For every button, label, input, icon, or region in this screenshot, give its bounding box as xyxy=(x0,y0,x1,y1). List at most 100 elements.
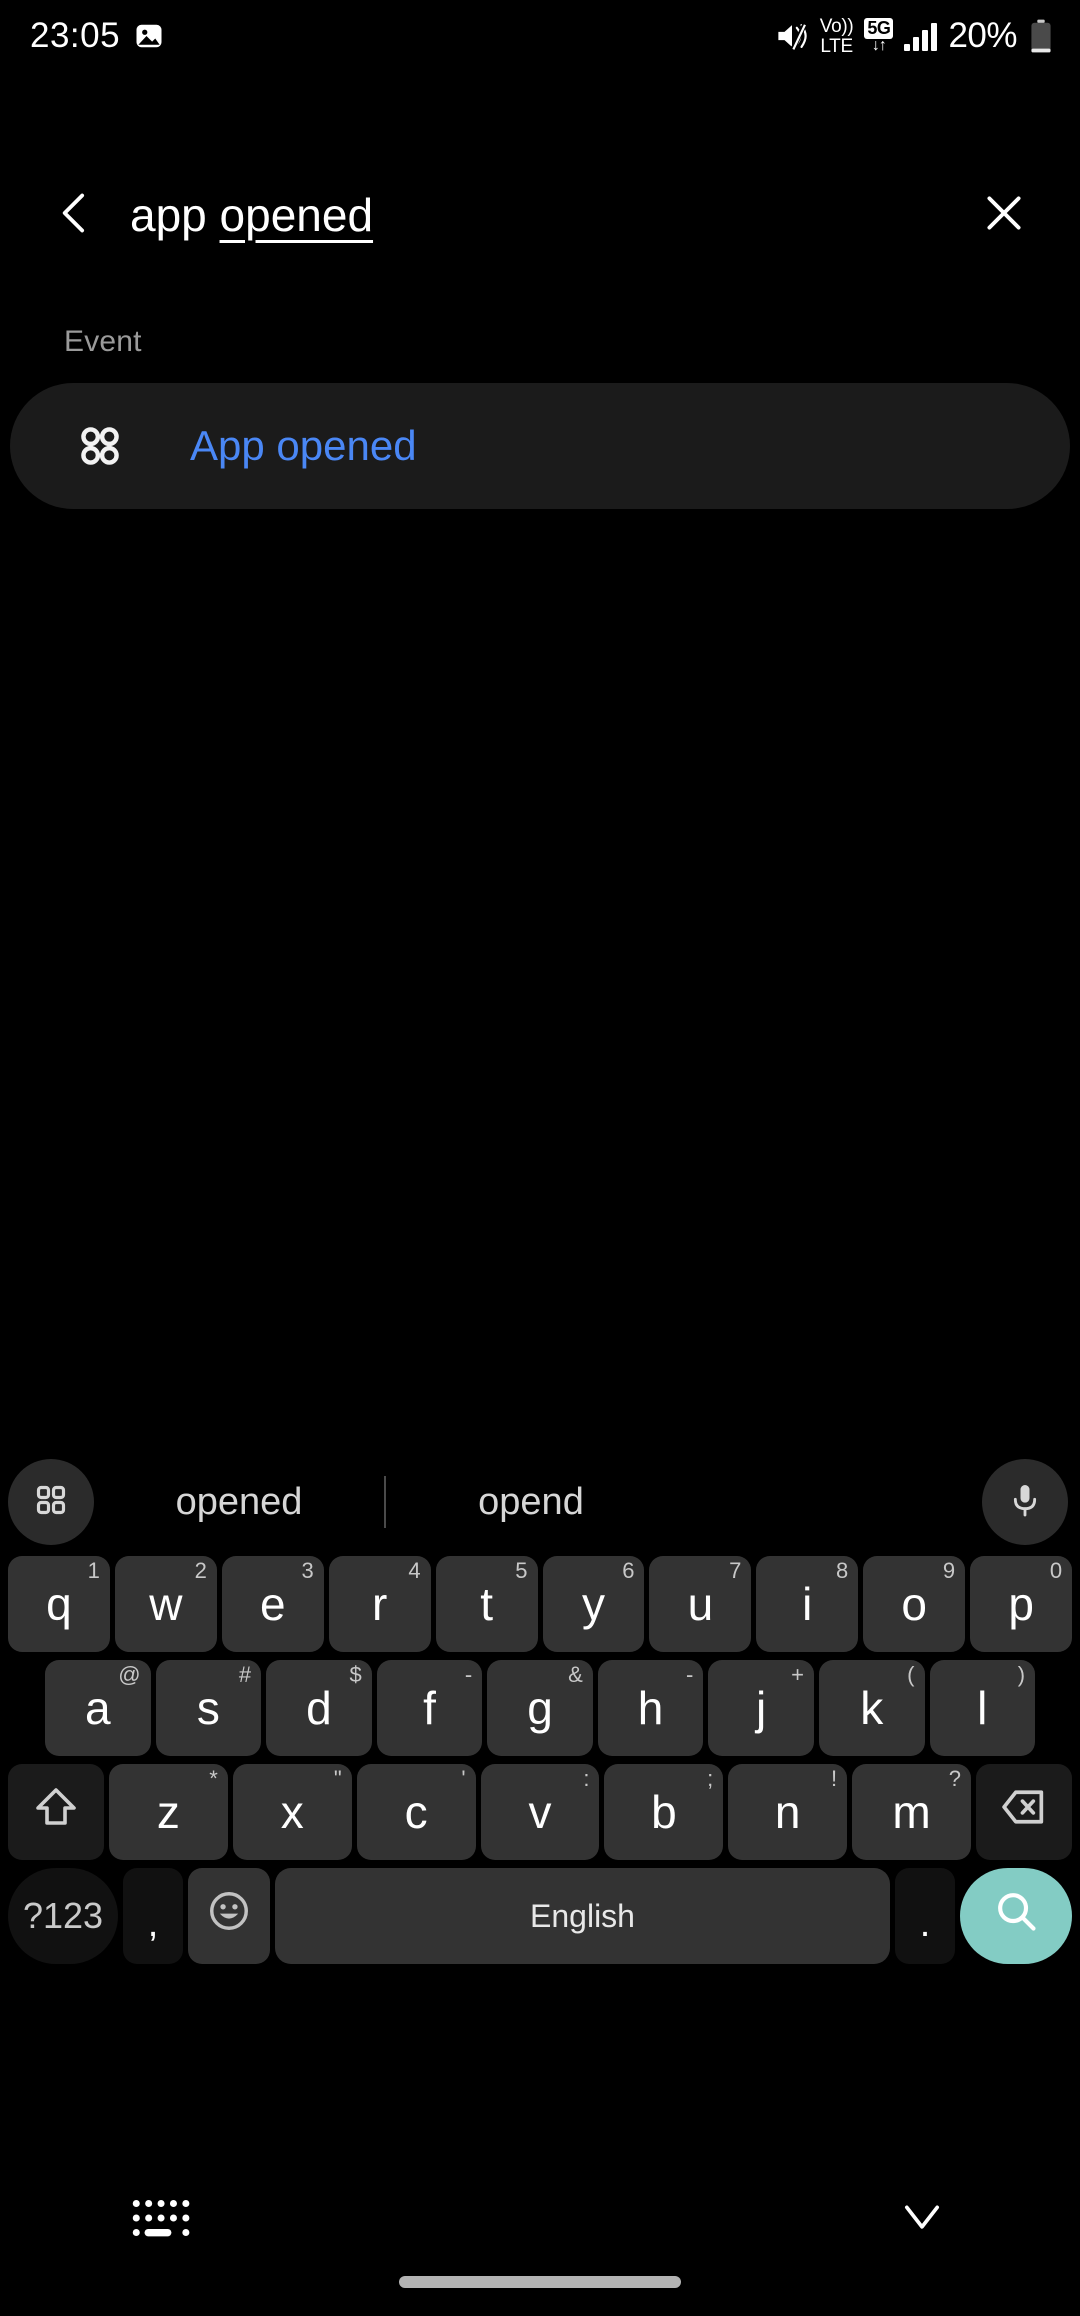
suggestion-word-2[interactable]: opend xyxy=(386,1481,676,1524)
chevron-left-icon xyxy=(46,185,102,246)
apps-grid-icon xyxy=(72,418,128,474)
key-alt-label: 2 xyxy=(194,1558,207,1583)
key-a[interactable]: @ a xyxy=(45,1660,151,1756)
key-label: t xyxy=(480,1578,493,1630)
suggestion-strip: opened opend xyxy=(0,1448,1080,1556)
key-alt-label: + xyxy=(791,1662,804,1687)
key-g[interactable]: & g xyxy=(487,1660,593,1756)
search-query-committed: app xyxy=(130,189,220,241)
key-label: b xyxy=(651,1786,677,1838)
5g-icon: 5G ↓↑ xyxy=(864,18,894,54)
status-bar-right: Vo)) LTE 5G ↓↑ 20% xyxy=(775,16,1054,56)
close-icon xyxy=(977,186,1031,245)
key-alt-label: $ xyxy=(349,1662,362,1687)
key-label: d xyxy=(306,1682,332,1734)
key-label: u xyxy=(687,1578,714,1630)
search-query-composing: opened xyxy=(219,189,374,241)
search-enter-key[interactable] xyxy=(960,1868,1072,1964)
key-x[interactable]: " x xyxy=(232,1764,352,1860)
shift-key[interactable] xyxy=(8,1764,104,1860)
keyboard-row-3: * z " x ' c :v ; b ! n ? m xyxy=(0,1764,1080,1860)
key-alt-label: & xyxy=(568,1662,583,1687)
key-c[interactable]: ' c xyxy=(356,1764,476,1860)
key-label: o xyxy=(901,1578,927,1630)
key-alt-label: @ xyxy=(118,1662,141,1687)
key-alt-label: 3 xyxy=(301,1558,314,1583)
key-label: k xyxy=(860,1682,884,1734)
key-y[interactable]: 6y xyxy=(542,1556,645,1652)
shift-arrow-icon xyxy=(32,1783,80,1842)
key-alt-label: # xyxy=(238,1662,252,1687)
key-v[interactable]: :v xyxy=(480,1764,600,1860)
status-bar: 23:05 Vo)) LTE 5G ↓↑ 20% xyxy=(0,0,1080,72)
comma-key[interactable]: , xyxy=(123,1868,183,1964)
key-n[interactable]: ! n xyxy=(728,1764,848,1860)
key-label: f xyxy=(423,1682,436,1734)
home-indicator-pill[interactable] xyxy=(399,2276,681,2288)
emoji-key[interactable] xyxy=(188,1868,270,1964)
key-alt-label: : xyxy=(583,1766,590,1791)
keyboard-switcher-button[interactable] xyxy=(128,2194,190,2242)
key-j[interactable]: + j xyxy=(708,1660,814,1756)
key-alt-label: 4 xyxy=(408,1558,421,1583)
clear-search-button[interactable] xyxy=(956,167,1052,263)
key-label: v xyxy=(528,1786,552,1838)
key-z[interactable]: * z xyxy=(109,1764,228,1860)
key-d[interactable]: $ d xyxy=(266,1660,372,1756)
key-w[interactable]: 2w xyxy=(114,1556,217,1652)
key-label: e xyxy=(259,1578,286,1630)
key-e[interactable]: 3e xyxy=(221,1556,324,1652)
keyboard-switcher-icon xyxy=(128,2200,190,2246)
key-o[interactable]: 9o xyxy=(863,1556,966,1652)
hide-keyboard-button[interactable] xyxy=(894,2190,950,2242)
key-m[interactable]: ? m xyxy=(852,1764,972,1860)
signal-icon xyxy=(904,21,938,51)
result-item-app-opened[interactable]: App opened xyxy=(10,383,1070,509)
key-t[interactable]: 5t xyxy=(435,1556,538,1652)
key-alt-label: 5 xyxy=(515,1558,528,1583)
key-r[interactable]: 4r xyxy=(328,1556,431,1652)
key-label: a xyxy=(84,1682,111,1734)
key-p[interactable]: 0p xyxy=(970,1556,1073,1652)
space-key[interactable]: English xyxy=(275,1868,890,1964)
key-label: m xyxy=(892,1786,931,1838)
back-button[interactable] xyxy=(26,167,122,263)
search-input[interactable]: app opened xyxy=(130,167,956,263)
symbols-key[interactable]: ?123 xyxy=(8,1868,118,1964)
key-f[interactable]: -f xyxy=(376,1660,483,1756)
key-alt-label: 9 xyxy=(942,1558,956,1583)
period-key[interactable]: . xyxy=(895,1868,955,1964)
key-label: x xyxy=(280,1786,304,1838)
key-alt-label: 7 xyxy=(729,1558,742,1583)
key-label: l xyxy=(977,1682,988,1734)
backspace-key[interactable] xyxy=(976,1764,1073,1860)
battery-percent-label: 20% xyxy=(948,16,1017,55)
key-label: p xyxy=(1008,1578,1034,1630)
key-label: i xyxy=(802,1578,813,1630)
key-alt-label: - xyxy=(464,1662,473,1687)
key-alt-label: ; xyxy=(707,1766,714,1791)
key-k[interactable]: (k xyxy=(818,1660,925,1756)
key-label: h xyxy=(637,1682,664,1734)
result-item-label: App opened xyxy=(190,422,417,469)
key-label: j xyxy=(756,1682,767,1734)
key-alt-label: ? xyxy=(948,1766,962,1791)
key-i[interactable]: 8i xyxy=(756,1556,859,1652)
key-label: z xyxy=(156,1786,180,1838)
search-header: app opened xyxy=(0,155,1080,275)
results-section-label: Event xyxy=(64,325,142,358)
voice-input-button[interactable] xyxy=(982,1459,1068,1545)
key-label: g xyxy=(527,1682,553,1734)
keyboard-toolbar-grid-button[interactable] xyxy=(8,1459,94,1545)
suggestion-word-1[interactable]: opened xyxy=(94,1481,384,1524)
key-q[interactable]: 1q xyxy=(8,1556,110,1652)
search-icon xyxy=(991,1886,1041,1947)
key-s[interactable]: # s xyxy=(155,1660,262,1756)
keyboard: opened opend 1q 2w 3e 4r 5t 6y 7 u 8 i 9… xyxy=(0,1448,1080,2160)
key-h[interactable]: -h xyxy=(597,1660,704,1756)
key-l[interactable]: ) l xyxy=(929,1660,1036,1756)
key-u[interactable]: 7u xyxy=(649,1556,752,1652)
backspace-icon xyxy=(998,1781,1050,1844)
key-alt-label: - xyxy=(686,1662,694,1687)
key-b[interactable]: ; b xyxy=(604,1764,724,1860)
